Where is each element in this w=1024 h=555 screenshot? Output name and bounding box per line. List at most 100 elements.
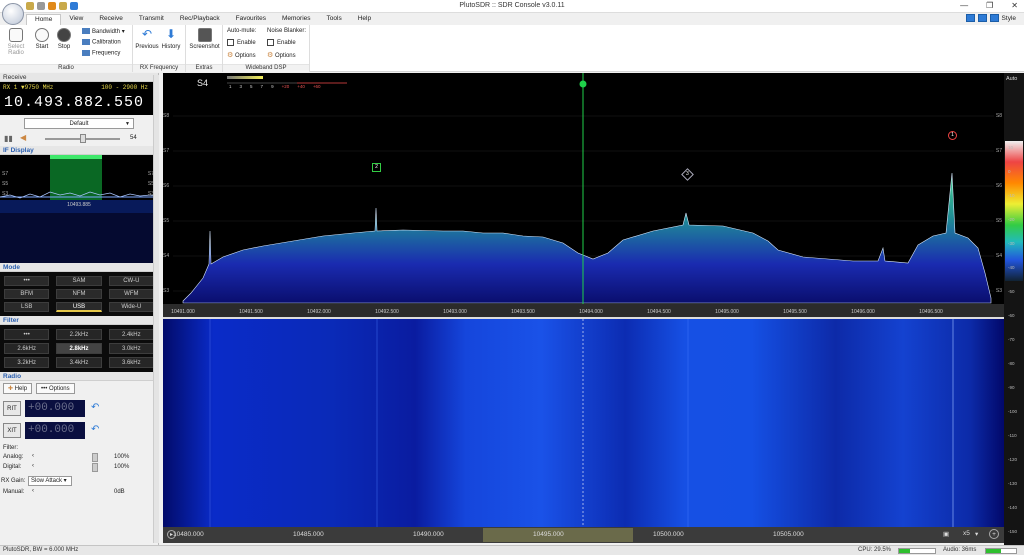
select-radio-button[interactable]: Select Radio <box>2 28 30 56</box>
tab-favourites[interactable]: Favourites <box>228 14 274 25</box>
noise-blanker-enable-checkbox[interactable]: Enable <box>267 39 296 46</box>
layout-icon[interactable] <box>989 14 999 22</box>
preset-select[interactable]: Default <box>24 118 134 129</box>
frequency-button[interactable]: Frequency <box>82 50 120 57</box>
close-icon[interactable]: ✕ <box>1011 1 1018 10</box>
rx-gain-select[interactable]: Slow Attack ▾ <box>28 476 72 486</box>
options-button[interactable]: ••• Options <box>36 383 75 394</box>
zoom-select[interactable]: x5 <box>963 530 970 537</box>
frequency-icon <box>82 50 90 56</box>
waterfall-svg <box>163 319 1004 527</box>
undo-icon[interactable]: ↶ <box>91 424 99 435</box>
waterfall-display[interactable] <box>163 319 1004 527</box>
filter-button[interactable]: 2.4kHz <box>108 329 154 340</box>
xit-button[interactable]: XIT <box>3 423 21 438</box>
mode-button[interactable]: WFM <box>108 289 154 299</box>
camera-icon <box>197 28 212 42</box>
style-menu[interactable]: Style <box>1002 15 1016 22</box>
tab-receive[interactable]: Receive <box>91 14 130 25</box>
s-meter-tick: 9 <box>271 84 274 89</box>
app-menu-button[interactable] <box>2 3 24 25</box>
filter-button[interactable]: 3.4kHz <box>56 357 102 368</box>
mode-button[interactable]: LSB <box>4 302 50 312</box>
chevron-left-icon[interactable]: ‹ <box>32 463 34 469</box>
speaker-icon[interactable]: ◀ <box>20 133 26 142</box>
automute-enable-checkbox[interactable]: Enable <box>227 39 256 46</box>
level-tick: -50 <box>1008 289 1015 294</box>
help-button[interactable]: ✚ Help <box>3 383 33 394</box>
frequency-display[interactable]: RX 1 ▼9750 MHz 100 - 2900 Hz 10.493.882.… <box>0 82 158 115</box>
mode-button[interactable]: NFM <box>56 289 102 299</box>
if-display-header: IF Display <box>0 146 158 155</box>
left-panel-scrollbar[interactable] <box>153 75 159 543</box>
tab-recplayback[interactable]: Rec/Playback <box>172 14 228 25</box>
filter-button[interactable]: 3.0kHz <box>108 343 154 354</box>
mode-button[interactable]: ••• <box>4 276 50 286</box>
waterfall-tick: 10490.000 <box>413 531 444 538</box>
tab-tools[interactable]: Tools <box>319 14 350 25</box>
restore-icon[interactable]: ❐ <box>986 1 993 10</box>
tab-view[interactable]: View <box>61 14 91 25</box>
tab-help[interactable]: Help <box>350 14 379 25</box>
s-meter-tick: +40 <box>297 84 305 89</box>
status-cpu: CPU: 29.5% <box>858 547 892 553</box>
signal-bars-icon[interactable]: ▮▮ <box>4 134 13 143</box>
filter-button[interactable]: 2.6kHz <box>4 343 50 354</box>
tab-home[interactable]: Home <box>26 14 62 25</box>
calibration-button[interactable]: Calibration <box>82 39 121 46</box>
volume-slider[interactable] <box>80 134 86 143</box>
mode-button[interactable]: BFM <box>4 289 50 299</box>
color-scale-bar[interactable] <box>1005 141 1023 281</box>
level-tick: 0 <box>1008 169 1011 174</box>
s-scale-tick: S6 <box>163 183 170 189</box>
rit-button[interactable]: RIT <box>3 401 21 416</box>
tab-transmit[interactable]: Transmit <box>131 14 172 25</box>
frequency-tick: 10492.500 <box>375 309 399 315</box>
filter-button[interactable]: 2.8kHz <box>56 343 102 354</box>
filter-button[interactable]: 3.2kHz <box>4 357 50 368</box>
xit-row: XIT +00.000 ↶ <box>0 421 158 441</box>
mode-button[interactable]: CW-U <box>108 276 154 286</box>
s-scale-tick: S4 <box>995 253 1002 259</box>
history-button[interactable]: ⬇ History <box>157 28 185 50</box>
status-audio: Audio: 36ms <box>943 547 977 553</box>
screenshot-button[interactable]: Screenshot <box>189 28 220 50</box>
digital-slider[interactable] <box>92 463 98 472</box>
manual-row: Manual: ‹ 0dB <box>0 488 158 498</box>
chevron-left-icon[interactable]: ‹ <box>32 453 34 459</box>
mode-button[interactable]: Wide-U <box>108 302 154 312</box>
filter-button[interactable]: ••• <box>4 329 50 340</box>
add-icon[interactable]: + <box>989 529 999 539</box>
analog-value: 100% <box>114 454 130 460</box>
bandwidth-button[interactable]: Bandwidth ▾ <box>82 28 125 35</box>
bandwidth-icon <box>82 28 90 35</box>
if-waterfall <box>0 213 158 263</box>
stop-button[interactable]: Stop <box>50 28 78 50</box>
chevron-left-icon[interactable]: ‹ <box>32 488 34 494</box>
tuning-marker[interactable] <box>579 80 587 88</box>
auto-label[interactable]: Auto <box>1006 76 1017 82</box>
frequency-tick: 10495.500 <box>783 309 807 315</box>
signal-marker-1[interactable]: 1 <box>948 131 957 140</box>
camera-icon[interactable]: ▣ <box>943 530 949 538</box>
automute-options-button[interactable]: ⚙ Options <box>227 51 256 59</box>
frequency-tick: 10491.000 <box>171 309 195 315</box>
noise-blanker-options-button[interactable]: ⚙ Options <box>267 51 296 59</box>
signal-marker-2[interactable]: 2 <box>372 163 381 172</box>
spectrum-display[interactable]: 10491.000 10491.500 10492.000 10492.500 1049… <box>163 73 1004 317</box>
rit-value[interactable]: +00.000 <box>25 400 85 417</box>
minimize-icon[interactable]: — <box>960 1 968 10</box>
s-meter-label: S4 <box>197 78 209 88</box>
xit-value[interactable]: +00.000 <box>25 422 85 439</box>
analog-slider[interactable] <box>92 453 98 462</box>
mode-button[interactable]: SAM <box>56 276 102 286</box>
filter-button[interactable]: 2.2kHz <box>56 329 102 340</box>
layout-icon[interactable] <box>965 14 975 22</box>
undo-icon[interactable]: ↶ <box>91 402 99 413</box>
s-scale-tick: S5 <box>995 218 1002 224</box>
chevron-down-icon[interactable]: ▾ <box>975 530 978 538</box>
layout-icon[interactable] <box>977 14 987 22</box>
mode-button[interactable]: USB <box>56 302 102 312</box>
tab-memories[interactable]: Memories <box>274 14 319 25</box>
filter-button[interactable]: 3.6kHz <box>108 357 154 368</box>
